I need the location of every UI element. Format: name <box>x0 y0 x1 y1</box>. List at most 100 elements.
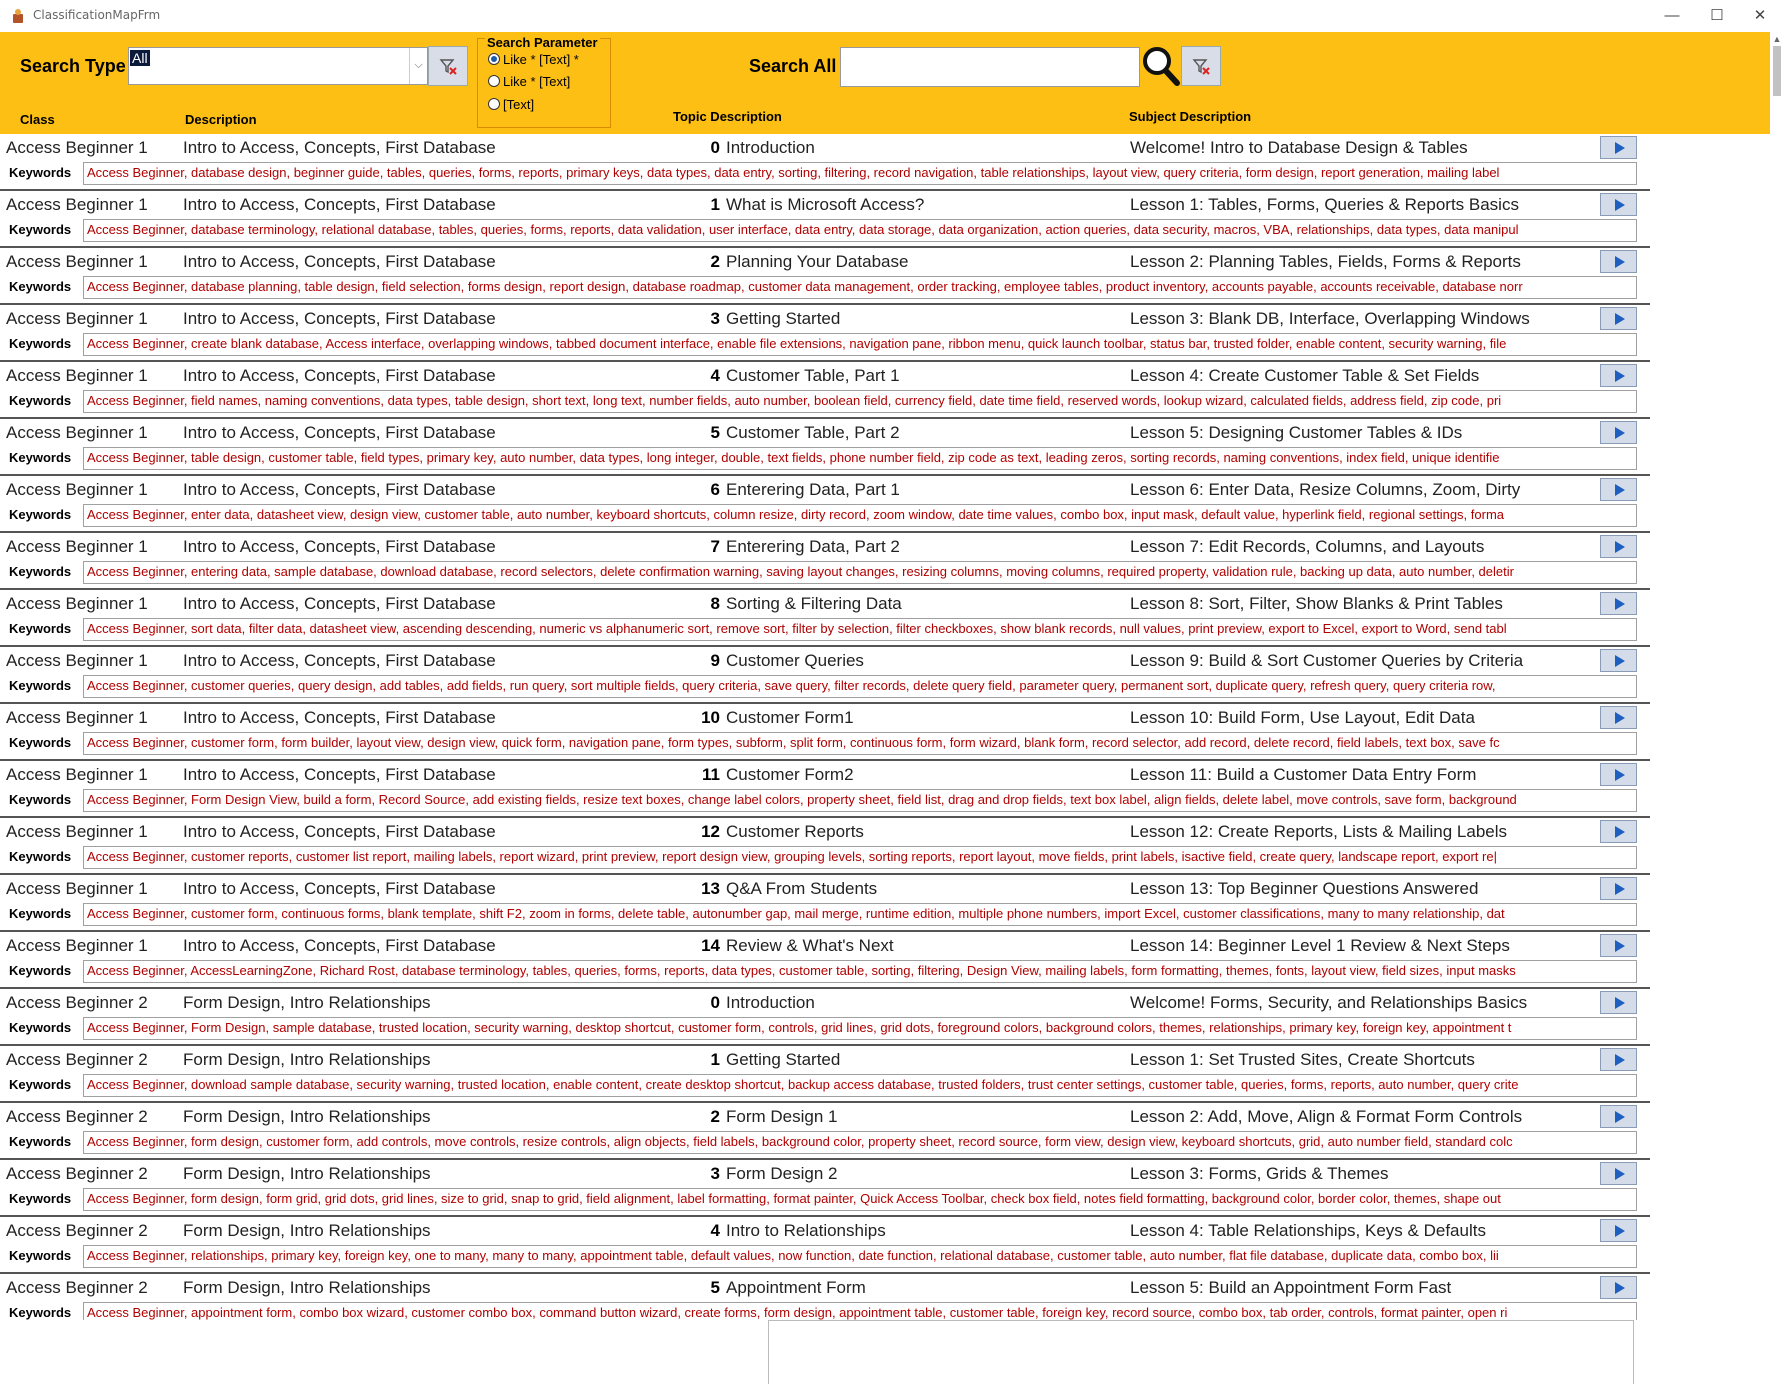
topic-number-cell[interactable]: 11 <box>600 765 720 785</box>
description-cell[interactable]: Form Design, Intro Relationships <box>183 1221 431 1241</box>
open-lesson-button[interactable] <box>1600 193 1637 216</box>
search-all-input[interactable] <box>840 47 1140 87</box>
subject-cell[interactable]: Lesson 1: Tables, Forms, Queries & Repor… <box>1130 195 1519 215</box>
subject-cell[interactable]: Lesson 3: Blank DB, Interface, Overlappi… <box>1130 309 1530 329</box>
topic-cell[interactable]: Enterering Data, Part 1 <box>726 480 900 500</box>
topic-cell[interactable]: Introduction <box>726 138 815 158</box>
keywords-field[interactable]: Access Beginner, create blank database, … <box>83 333 1637 356</box>
description-cell[interactable]: Form Design, Intro Relationships <box>183 1107 431 1127</box>
keywords-field[interactable]: Access Beginner, customer form, continuo… <box>83 903 1637 926</box>
minimize-button[interactable]: — <box>1652 4 1692 28</box>
description-cell[interactable]: Intro to Access, Concepts, First Databas… <box>183 252 496 272</box>
topic-cell[interactable]: Review & What's Next <box>726 936 894 956</box>
class-cell[interactable]: Access Beginner 2 <box>6 1278 148 1298</box>
class-cell[interactable]: Access Beginner 1 <box>6 594 148 614</box>
class-cell[interactable]: Access Beginner 1 <box>6 822 148 842</box>
topic-cell[interactable]: Form Design 1 <box>726 1107 837 1127</box>
topic-cell[interactable]: Getting Started <box>726 1050 840 1070</box>
keywords-field[interactable]: Access Beginner, sort data, filter data,… <box>83 618 1637 641</box>
topic-cell[interactable]: Appointment Form <box>726 1278 866 1298</box>
keywords-field[interactable]: Access Beginner, download sample databas… <box>83 1074 1637 1097</box>
class-cell[interactable]: Access Beginner 1 <box>6 537 148 557</box>
topic-cell[interactable]: Customer Table, Part 2 <box>726 423 900 443</box>
class-cell[interactable]: Access Beginner 2 <box>6 1164 148 1184</box>
topic-number-cell[interactable]: 14 <box>600 936 720 956</box>
topic-number-cell[interactable]: 3 <box>600 309 720 329</box>
topic-cell[interactable]: Customer Table, Part 1 <box>726 366 900 386</box>
vertical-scrollbar[interactable]: ▲ <box>1770 32 1784 1384</box>
subject-cell[interactable]: Lesson 1: Set Trusted Sites, Create Shor… <box>1130 1050 1475 1070</box>
topic-cell[interactable]: Q&A From Students <box>726 879 877 899</box>
class-cell[interactable]: Access Beginner 2 <box>6 1107 148 1127</box>
chevron-down-icon[interactable]: ⌵ <box>409 48 427 84</box>
subject-cell[interactable]: Welcome! Intro to Database Design & Tabl… <box>1130 138 1468 158</box>
search-button[interactable] <box>1140 44 1182 88</box>
description-cell[interactable]: Intro to Access, Concepts, First Databas… <box>183 537 496 557</box>
topic-number-cell[interactable]: 2 <box>600 1107 720 1127</box>
topic-cell[interactable]: What is Microsoft Access? <box>726 195 924 215</box>
description-cell[interactable]: Intro to Access, Concepts, First Databas… <box>183 822 496 842</box>
description-cell[interactable]: Intro to Access, Concepts, First Databas… <box>183 309 496 329</box>
keywords-field[interactable]: Access Beginner, table design, customer … <box>83 447 1637 470</box>
maximize-button[interactable]: ☐ <box>1697 4 1737 28</box>
keywords-field[interactable]: Access Beginner, enter data, datasheet v… <box>83 504 1637 527</box>
topic-number-cell[interactable]: 6 <box>600 480 720 500</box>
subject-cell[interactable]: Lesson 6: Enter Data, Resize Columns, Zo… <box>1130 480 1520 500</box>
keywords-field[interactable]: Access Beginner, Form Design, sample dat… <box>83 1017 1637 1040</box>
description-cell[interactable]: Form Design, Intro Relationships <box>183 1278 431 1298</box>
class-cell[interactable]: Access Beginner 1 <box>6 708 148 728</box>
option-exact[interactable]: [Text] <box>488 97 534 112</box>
scroll-thumb[interactable] <box>1773 46 1781 96</box>
keywords-field[interactable]: Access Beginner, database design, beginn… <box>83 162 1637 185</box>
open-lesson-button[interactable] <box>1600 421 1637 444</box>
class-cell[interactable]: Access Beginner 1 <box>6 309 148 329</box>
subject-cell[interactable]: Lesson 5: Designing Customer Tables & ID… <box>1130 423 1462 443</box>
scroll-up-icon[interactable]: ▲ <box>1770 32 1784 46</box>
open-lesson-button[interactable] <box>1600 136 1637 159</box>
class-cell[interactable]: Access Beginner 2 <box>6 1221 148 1241</box>
subject-cell[interactable]: Lesson 11: Build a Customer Data Entry F… <box>1130 765 1476 785</box>
clear-search-type-button[interactable] <box>428 46 468 86</box>
open-lesson-button[interactable] <box>1600 250 1637 273</box>
class-cell[interactable]: Access Beginner 1 <box>6 480 148 500</box>
open-lesson-button[interactable] <box>1600 478 1637 501</box>
open-lesson-button[interactable] <box>1600 820 1637 843</box>
topic-number-cell[interactable]: 3 <box>600 1164 720 1184</box>
topic-cell[interactable]: Customer Form1 <box>726 708 854 728</box>
description-cell[interactable]: Intro to Access, Concepts, First Databas… <box>183 423 496 443</box>
topic-number-cell[interactable]: 1 <box>600 1050 720 1070</box>
class-cell[interactable]: Access Beginner 1 <box>6 651 148 671</box>
subject-cell[interactable]: Welcome! Forms, Security, and Relationsh… <box>1130 993 1527 1013</box>
description-cell[interactable]: Form Design, Intro Relationships <box>183 1164 431 1184</box>
topic-number-cell[interactable]: 5 <box>600 423 720 443</box>
description-cell[interactable]: Form Design, Intro Relationships <box>183 993 431 1013</box>
class-cell[interactable]: Access Beginner 1 <box>6 195 148 215</box>
open-lesson-button[interactable] <box>1600 706 1637 729</box>
keywords-field[interactable]: Access Beginner, customer queries, query… <box>83 675 1637 698</box>
description-cell[interactable]: Intro to Access, Concepts, First Databas… <box>183 138 496 158</box>
radio-button[interactable] <box>488 75 500 87</box>
class-cell[interactable]: Access Beginner 1 <box>6 366 148 386</box>
open-lesson-button[interactable] <box>1600 1219 1637 1242</box>
keywords-field[interactable]: Access Beginner, form design, customer f… <box>83 1131 1637 1154</box>
open-lesson-button[interactable] <box>1600 1048 1637 1071</box>
option-starts-with[interactable]: Like * [Text] <box>488 74 570 89</box>
close-button[interactable]: ✕ <box>1740 4 1780 28</box>
topic-number-cell[interactable]: 4 <box>600 366 720 386</box>
open-lesson-button[interactable] <box>1600 592 1637 615</box>
topic-number-cell[interactable]: 2 <box>600 252 720 272</box>
topic-number-cell[interactable]: 10 <box>600 708 720 728</box>
subject-cell[interactable]: Lesson 7: Edit Records, Columns, and Lay… <box>1130 537 1484 557</box>
keywords-field[interactable]: Access Beginner, customer form, form bui… <box>83 732 1637 755</box>
description-cell[interactable]: Intro to Access, Concepts, First Databas… <box>183 879 496 899</box>
topic-number-cell[interactable]: 0 <box>600 138 720 158</box>
option-contains[interactable]: Like * [Text] * <box>488 52 579 67</box>
topic-cell[interactable]: Planning Your Database <box>726 252 908 272</box>
subject-cell[interactable]: Lesson 14: Beginner Level 1 Review & Nex… <box>1130 936 1510 956</box>
topic-cell[interactable]: Sorting & Filtering Data <box>726 594 902 614</box>
clear-search-all-button[interactable] <box>1181 46 1221 86</box>
class-cell[interactable]: Access Beginner 1 <box>6 423 148 443</box>
radio-button[interactable] <box>488 53 500 65</box>
class-cell[interactable]: Access Beginner 1 <box>6 138 148 158</box>
subject-cell[interactable]: Lesson 8: Sort, Filter, Show Blanks & Pr… <box>1130 594 1503 614</box>
